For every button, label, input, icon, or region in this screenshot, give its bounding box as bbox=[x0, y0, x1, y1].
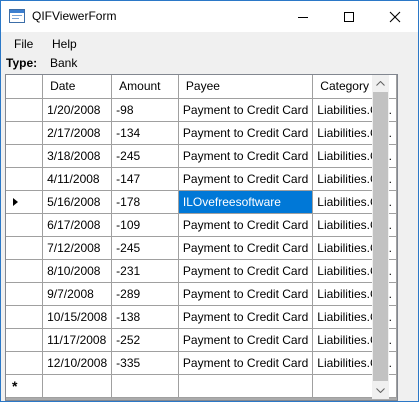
row-header[interactable] bbox=[6, 167, 44, 191]
cell-date[interactable]: 7/12/2008 bbox=[42, 236, 113, 260]
cell-date[interactable]: 10/15/2008 bbox=[42, 305, 113, 329]
cell-amount[interactable]: -98 bbox=[111, 98, 179, 122]
cell-date[interactable]: 5/16/2008 bbox=[42, 190, 113, 214]
cell-date[interactable]: 4/11/2008 bbox=[42, 167, 113, 191]
cell-date[interactable]: 11/17/2008 bbox=[42, 328, 113, 352]
cell-payee[interactable]: Payment to Credit Card bbox=[178, 144, 314, 168]
cell-payee-selected[interactable]: ILOvefreesoftware bbox=[178, 190, 314, 214]
chevron-down-icon bbox=[376, 388, 385, 393]
new-row-header[interactable]: * bbox=[6, 374, 44, 398]
table-row[interactable]: 4/11/2008 -147 Payment to Credit Card Li… bbox=[6, 167, 397, 191]
cell-amount[interactable]: -245 bbox=[111, 144, 179, 168]
type-row: Type: Bank bbox=[1, 54, 418, 72]
row-header[interactable] bbox=[6, 144, 44, 168]
cell-date[interactable]: 3/18/2008 bbox=[42, 144, 113, 168]
table-row[interactable]: 1/20/2008 -98 Payment to Credit Card Lia… bbox=[6, 98, 397, 122]
table-row-current[interactable]: 5/16/2008 -178 ILOvefreesoftware Liabili… bbox=[6, 190, 397, 214]
cell-payee[interactable]: Payment to Credit Card bbox=[178, 167, 314, 191]
cell-amount[interactable]: -147 bbox=[111, 167, 179, 191]
row-header[interactable] bbox=[6, 190, 44, 214]
cell-date[interactable]: 12/10/2008 bbox=[42, 351, 113, 375]
type-label: Type: bbox=[6, 56, 38, 70]
cell-payee[interactable]: Payment to Credit Card bbox=[178, 98, 314, 122]
column-header-date[interactable]: Date bbox=[42, 75, 113, 99]
cell-amount[interactable]: -138 bbox=[111, 305, 179, 329]
app-form-icon[interactable] bbox=[9, 9, 25, 23]
cell-amount[interactable]: -335 bbox=[111, 351, 179, 375]
cell-amount[interactable]: -178 bbox=[111, 190, 179, 214]
scroll-down-button[interactable] bbox=[372, 382, 389, 399]
type-value: Bank bbox=[50, 56, 78, 70]
window-title: QIFViewerForm bbox=[32, 9, 117, 23]
table-row[interactable]: 9/7/2008 -289 Payment to Credit Card Lia… bbox=[6, 282, 397, 306]
cell-amount[interactable]: -245 bbox=[111, 236, 179, 260]
minimize-button[interactable] bbox=[280, 1, 326, 32]
cell-payee[interactable]: Payment to Credit Card bbox=[178, 351, 314, 375]
cell-payee[interactable]: Payment to Credit Card bbox=[178, 305, 314, 329]
cell-payee[interactable]: Payment to Credit Card bbox=[178, 282, 314, 306]
current-row-arrow-icon bbox=[13, 197, 18, 206]
chevron-up-icon bbox=[376, 81, 385, 86]
row-header[interactable] bbox=[6, 282, 44, 306]
maximize-icon bbox=[344, 12, 354, 22]
cell-date[interactable]: 9/7/2008 bbox=[42, 282, 113, 306]
cell-amount[interactable]: -231 bbox=[111, 259, 179, 283]
cell-payee-new[interactable] bbox=[178, 374, 314, 398]
row-header[interactable] bbox=[6, 236, 44, 260]
row-header[interactable] bbox=[6, 351, 44, 375]
cell-date[interactable]: 2/17/2008 bbox=[42, 121, 113, 145]
column-header-payee[interactable]: Payee bbox=[178, 75, 314, 99]
close-button[interactable] bbox=[372, 1, 418, 32]
transactions-grid[interactable]: Date Amount Payee Category 1/20/2008 -98… bbox=[5, 74, 398, 401]
table-row[interactable]: 10/15/2008 -138 Payment to Credit Card L… bbox=[6, 305, 397, 329]
row-header[interactable] bbox=[6, 305, 44, 329]
scrollbar-thumb[interactable] bbox=[373, 92, 388, 381]
cell-amount[interactable]: -289 bbox=[111, 282, 179, 306]
row-header[interactable] bbox=[6, 259, 44, 283]
table-row[interactable]: 11/17/2008 -252 Payment to Credit Card L… bbox=[6, 328, 397, 352]
menu-bar: File Help bbox=[1, 34, 418, 54]
cell-payee[interactable]: Payment to Credit Card bbox=[178, 213, 314, 237]
cell-date-new[interactable] bbox=[42, 374, 113, 398]
cell-payee[interactable]: Payment to Credit Card bbox=[178, 121, 314, 145]
maximize-button[interactable] bbox=[326, 1, 372, 32]
top-left-header-cell[interactable] bbox=[6, 75, 44, 99]
row-header[interactable] bbox=[6, 213, 44, 237]
main-window: QIFViewerForm File Help Type: Bank Date … bbox=[0, 0, 419, 402]
table-row[interactable]: 2/17/2008 -134 Payment to Credit Card Li… bbox=[6, 121, 397, 145]
row-header[interactable] bbox=[6, 98, 44, 122]
cell-payee[interactable]: Payment to Credit Card bbox=[178, 328, 314, 352]
minimize-icon bbox=[298, 17, 308, 18]
cell-amount[interactable]: -109 bbox=[111, 213, 179, 237]
table-row[interactable]: 3/18/2008 -245 Payment to Credit Card Li… bbox=[6, 144, 397, 168]
table-row[interactable]: 7/12/2008 -245 Payment to Credit Card Li… bbox=[6, 236, 397, 260]
row-header[interactable] bbox=[6, 121, 44, 145]
cell-payee[interactable]: Payment to Credit Card bbox=[178, 259, 314, 283]
row-header[interactable] bbox=[6, 328, 44, 352]
table-row[interactable]: 8/10/2008 -231 Payment to Credit Card Li… bbox=[6, 259, 397, 283]
cell-date[interactable]: 1/20/2008 bbox=[42, 98, 113, 122]
scroll-up-button[interactable] bbox=[372, 75, 389, 92]
grid-header-row: Date Amount Payee Category bbox=[6, 75, 397, 99]
cell-amount-new[interactable] bbox=[111, 374, 179, 398]
close-icon bbox=[389, 11, 401, 23]
title-bar[interactable]: QIFViewerForm bbox=[1, 1, 418, 32]
cell-payee[interactable]: Payment to Credit Card bbox=[178, 236, 314, 260]
menu-help[interactable]: Help bbox=[52, 37, 77, 51]
cell-date[interactable]: 6/17/2008 bbox=[42, 213, 113, 237]
table-row[interactable]: 12/10/2008 -335 Payment to Credit Card L… bbox=[6, 351, 397, 375]
vertical-scrollbar[interactable] bbox=[372, 75, 389, 399]
cell-amount[interactable]: -252 bbox=[111, 328, 179, 352]
menu-file[interactable]: File bbox=[14, 37, 33, 51]
new-row-marker-icon: * bbox=[12, 377, 18, 394]
grid-table: Date Amount Payee Category 1/20/2008 -98… bbox=[6, 75, 397, 398]
new-row[interactable]: * bbox=[6, 374, 397, 398]
cell-date[interactable]: 8/10/2008 bbox=[42, 259, 113, 283]
column-header-amount[interactable]: Amount bbox=[111, 75, 179, 99]
cell-amount[interactable]: -134 bbox=[111, 121, 179, 145]
table-row[interactable]: 6/17/2008 -109 Payment to Credit Card Li… bbox=[6, 213, 397, 237]
